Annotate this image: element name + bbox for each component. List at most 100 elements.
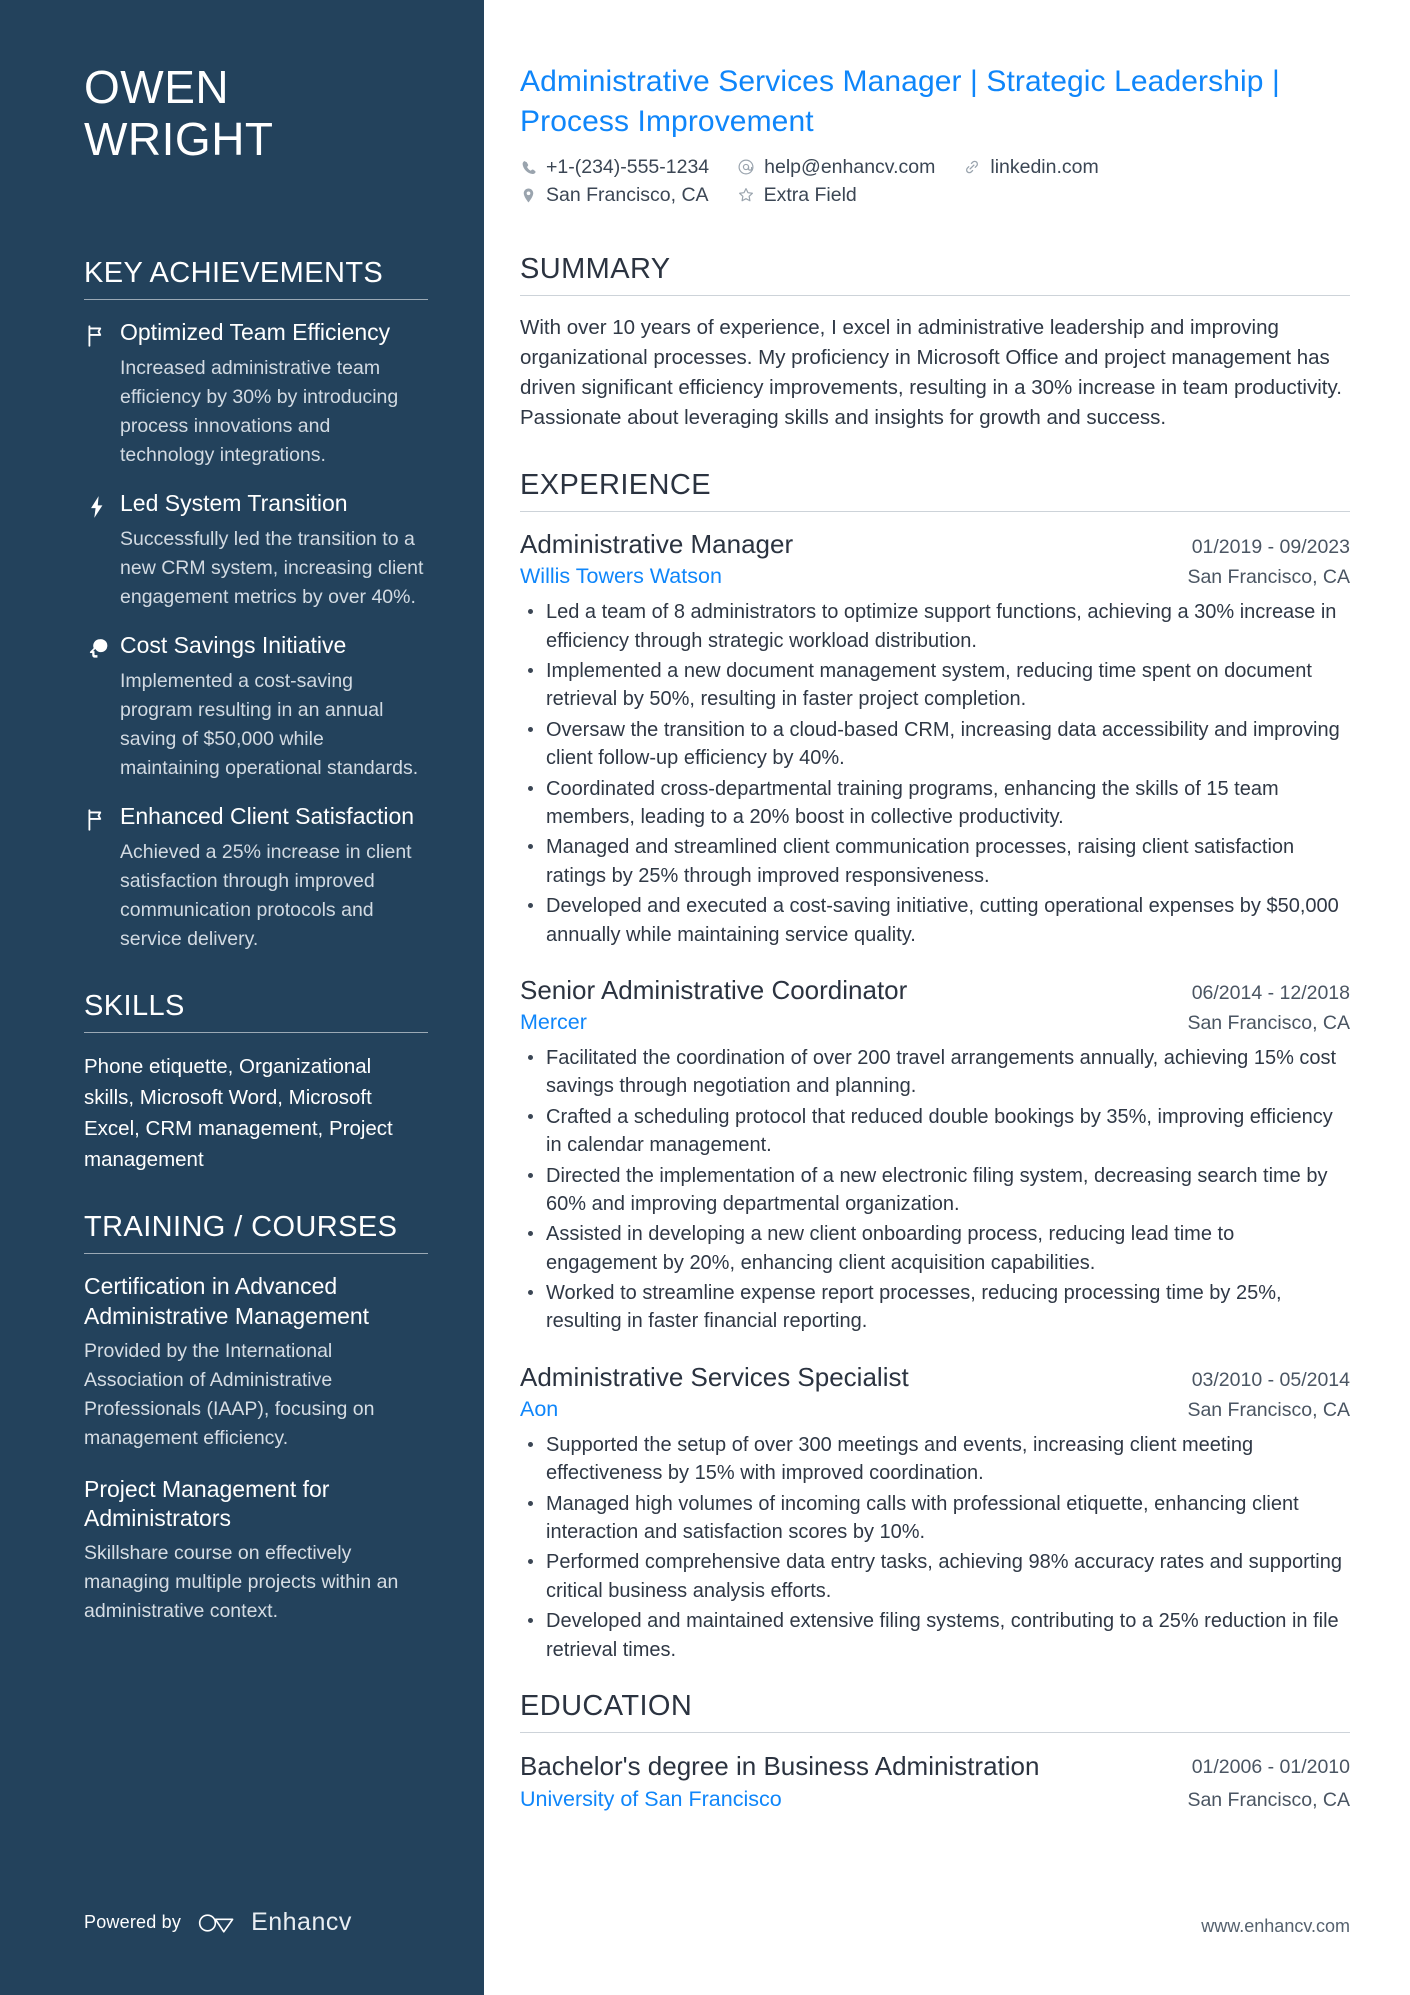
job-dates: 03/2010 - 05/2014 <box>1191 1368 1350 1391</box>
contact-email[interactable]: help@enhancv.com <box>737 156 935 179</box>
section-key-achievements: KEY ACHIEVEMENTS Optimized Team Efficien… <box>84 257 428 954</box>
achievement-title: Led System Transition <box>120 489 348 516</box>
section-skills: SKILLS Phone etiquette, Organizational s… <box>84 990 428 1176</box>
job-company[interactable]: Aon <box>520 1397 558 1422</box>
course-description: Skillshare course on effectively managin… <box>84 1542 399 1623</box>
job-title: Senior Administrative Coordinator <box>520 974 908 1005</box>
divider <box>84 1253 428 1255</box>
course-item: Certification in Advanced Administrative… <box>84 1272 428 1452</box>
achievement-item: Optimized Team Efficiency Increased admi… <box>84 318 428 470</box>
divider <box>520 511 1350 513</box>
achievement-title: Optimized Team Efficiency <box>120 319 391 346</box>
job-bullet: Performed comprehensive data entry tasks… <box>520 1548 1350 1605</box>
star-icon <box>737 186 755 204</box>
link-icon <box>963 158 981 176</box>
job-dates: 06/2014 - 12/2018 <box>1191 981 1350 1004</box>
skills-heading: SKILLS <box>84 989 185 1022</box>
email-at-icon <box>737 158 755 176</box>
lightning-bolt-icon <box>84 489 120 612</box>
job-bullet: Developed and maintained extensive filin… <box>520 1607 1350 1664</box>
education-school[interactable]: University of San Francisco <box>520 1787 782 1812</box>
job-dates: 01/2019 - 09/2023 <box>1191 536 1350 559</box>
powered-by-label: Powered by <box>84 1912 182 1932</box>
job-location: San Francisco, CA <box>1187 566 1350 589</box>
idea-head-icon <box>84 631 120 783</box>
enhancv-wordmark: Enhancv <box>251 1908 352 1936</box>
achievement-description: Implemented a cost-saving program result… <box>120 670 419 779</box>
job-bullet: Worked to streamline expense report proc… <box>520 1279 1350 1336</box>
contact-info: +1-(234)-555-1234 help@enhancv.com linke… <box>520 156 1350 207</box>
contact-location-text: San Francisco, CA <box>546 183 709 206</box>
job-title: Administrative Services Specialist <box>520 1361 909 1392</box>
education-heading: EDUCATION <box>520 1690 693 1722</box>
job-bullet-list: Supported the setup of over 300 meetings… <box>520 1431 1350 1664</box>
contact-location: San Francisco, CA <box>520 184 709 207</box>
candidate-name: OWEN WRIGHT <box>84 61 428 165</box>
experience-entry: Senior Administrative Coordinator 06/201… <box>520 975 1350 1336</box>
achievement-item: Enhanced Client Satisfaction Achieved a … <box>84 802 428 954</box>
experience-entry: Administrative Services Specialist 03/20… <box>520 1362 1350 1664</box>
education-dates: 01/2006 - 01/2010 <box>1191 1756 1350 1778</box>
job-bullet: Led a team of 8 administrators to optimi… <box>520 598 1350 655</box>
name-line-last: WRIGHT <box>84 112 274 165</box>
education-entry: Bachelor's degree in Business Administra… <box>520 1750 1350 1812</box>
sidebar-footer: Powered by Enhancv <box>84 1908 352 1937</box>
contact-phone-text: +1-(234)-555-1234 <box>546 155 710 178</box>
job-location: San Francisco, CA <box>1187 1011 1350 1034</box>
contact-email-text: help@enhancv.com <box>764 155 936 178</box>
main-content: Administrative Services Manager | Strate… <box>484 0 1410 1995</box>
job-bullet: Coordinated cross-departmental training … <box>520 775 1350 832</box>
divider <box>84 1031 428 1033</box>
sidebar: OWEN WRIGHT KEY ACHIEVEMENTS Optimized T… <box>0 0 484 1995</box>
flag-icon <box>84 318 120 470</box>
skills-list: Phone etiquette, Organizational skills, … <box>84 1054 393 1172</box>
key-achievements-heading: KEY ACHIEVEMENTS <box>84 257 384 290</box>
achievement-description: Successfully led the transition to a new… <box>120 528 424 609</box>
education-location: San Francisco, CA <box>1187 1789 1350 1812</box>
achievement-description: Achieved a 25% increase in client satisf… <box>120 841 412 950</box>
job-bullet: Facilitated the coordination of over 200… <box>520 1044 1350 1101</box>
achievement-item: Cost Savings Initiative Implemented a co… <box>84 631 428 783</box>
flag-icon <box>84 802 120 954</box>
section-training-courses: TRAINING / COURSES Certification in Adva… <box>84 1211 428 1626</box>
job-bullet: Implemented a new document management sy… <box>520 657 1350 714</box>
job-bullet: Crafted a scheduling protocol that reduc… <box>520 1103 1350 1160</box>
job-company[interactable]: Mercer <box>520 1010 587 1035</box>
resume-page: OWEN WRIGHT KEY ACHIEVEMENTS Optimized T… <box>0 0 1410 1995</box>
phone-icon <box>520 159 537 176</box>
contact-phone[interactable]: +1-(234)-555-1234 <box>520 156 709 179</box>
divider <box>520 1732 1350 1733</box>
training-heading: TRAINING / COURSES <box>84 1211 398 1244</box>
divider <box>84 299 428 301</box>
footer-website-url[interactable]: www.enhancv.com <box>1201 1916 1350 1937</box>
course-item: Project Management for Administrators Sk… <box>84 1475 428 1626</box>
contact-row-secondary: San Francisco, CA Extra Field <box>520 184 1350 207</box>
job-company[interactable]: Willis Towers Watson <box>520 564 722 589</box>
job-bullet-list: Facilitated the coordination of over 200… <box>520 1044 1350 1336</box>
achievement-title: Enhanced Client Satisfaction <box>120 802 415 829</box>
contact-extra-field-text: Extra Field <box>763 183 857 206</box>
contact-linkedin-text: linkedin.com <box>990 155 1099 178</box>
job-bullet: Managed and streamlined client communica… <box>520 833 1350 890</box>
section-education: EDUCATION Bachelor's degree in Business … <box>520 1690 1350 1812</box>
enhancv-logo: Enhancv <box>197 1908 352 1937</box>
section-summary: SUMMARY With over 10 years of experience… <box>520 253 1350 434</box>
course-title: Project Management for Administrators <box>84 1475 330 1532</box>
contact-row-primary: +1-(234)-555-1234 help@enhancv.com linke… <box>520 156 1350 179</box>
job-bullet: Managed high volumes of incoming calls w… <box>520 1490 1350 1547</box>
job-bullet: Oversaw the transition to a cloud-based … <box>520 716 1350 773</box>
job-bullet: Supported the setup of over 300 meetings… <box>520 1431 1350 1488</box>
contact-linkedin[interactable]: linkedin.com <box>963 155 1099 179</box>
summary-heading: SUMMARY <box>520 252 671 285</box>
location-pin-icon <box>520 187 537 204</box>
contact-extra-field: Extra Field <box>737 184 857 207</box>
job-title: Administrative Manager <box>520 529 794 560</box>
enhancv-mark-icon <box>198 1913 234 1933</box>
achievement-title: Cost Savings Initiative <box>120 631 347 658</box>
achievement-item: Led System Transition Successfully led t… <box>84 489 428 612</box>
job-bullet: Directed the implementation of a new ele… <box>520 1162 1350 1219</box>
course-description: Provided by the International Associatio… <box>84 1340 375 1449</box>
job-location: San Francisco, CA <box>1187 1398 1350 1421</box>
job-bullet: Developed and executed a cost-saving ini… <box>520 892 1350 949</box>
section-experience: EXPERIENCE Administrative Manager 01/201… <box>520 469 1350 1664</box>
